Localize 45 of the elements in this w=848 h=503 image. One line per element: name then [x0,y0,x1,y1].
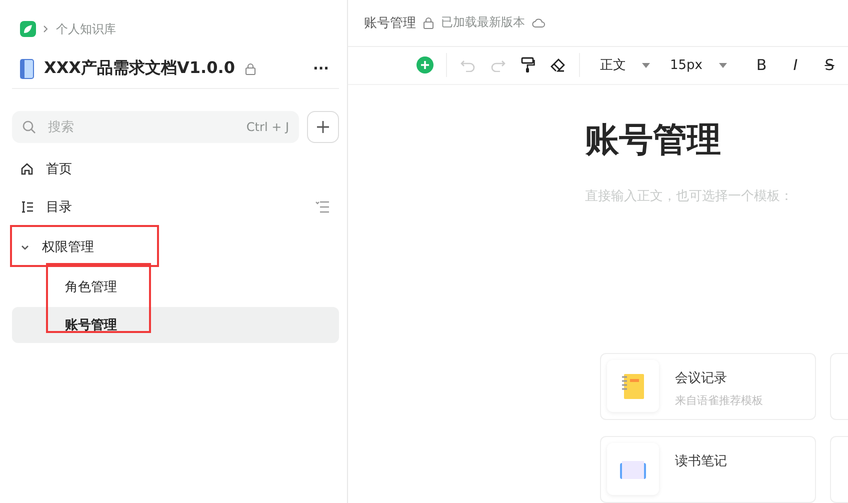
tree-item-row[interactable]: 账号管理 [12,307,339,343]
template-name: 会议记录 [675,370,728,387]
bold-button[interactable]: B [744,51,778,80]
lock-icon [244,62,256,74]
eraser-icon [550,58,566,72]
template-card[interactable]: 会议记录 来自语雀推荐模板 [600,353,816,420]
template-name: 读书笔记 [675,453,727,470]
home-icon [20,162,34,176]
caret-icon [642,62,650,68]
book-icon [20,58,34,78]
lock-icon [423,16,434,29]
italic-button[interactable]: I [778,51,812,80]
paint-roller-icon [521,57,535,74]
font-size-dropdown[interactable]: 15px [666,51,730,80]
book-title: XXX产品需求文档V1.0.0 [44,58,235,79]
document-name: 账号管理 [364,14,416,32]
caret-icon [718,62,726,68]
chevron-right-icon [42,25,50,33]
template-source: 来自语雀推荐模板 [675,393,763,408]
list-icon [20,200,34,214]
save-status: 已加载最新版本 [441,14,525,32]
tree-item-row[interactable]: 角色管理 [12,269,339,305]
template-card[interactable]: 读书笔记 [600,436,816,503]
notebook-icon [620,372,646,400]
book-icon [619,459,647,479]
search-input[interactable]: 搜索 [46,118,236,136]
tree-item[interactable]: 权限管理 [42,238,94,256]
plus-circle-icon [416,56,434,74]
add-button[interactable] [307,111,339,143]
shortcut-hint: Ctrl + J [246,120,289,134]
list-toggle-icon[interactable] [315,201,329,213]
tree-item[interactable]: 账号管理 [65,316,117,334]
document-title: 账号管理 [585,119,722,162]
undo-icon [460,58,476,72]
strike-button[interactable]: S [812,51,846,80]
leaf-logo-icon[interactable] [20,21,36,37]
plus-icon [316,120,330,134]
tree-item[interactable]: 角色管理 [65,278,117,296]
cloud-icon [532,18,545,28]
paragraph-style-dropdown[interactable]: 正文 [596,51,654,80]
nav-item[interactable]: 目录 [46,198,72,216]
redo-icon [490,58,506,72]
more-button[interactable]: ··· [313,60,329,76]
search-icon [22,120,36,134]
nav-item[interactable]: 首页 [46,160,72,178]
